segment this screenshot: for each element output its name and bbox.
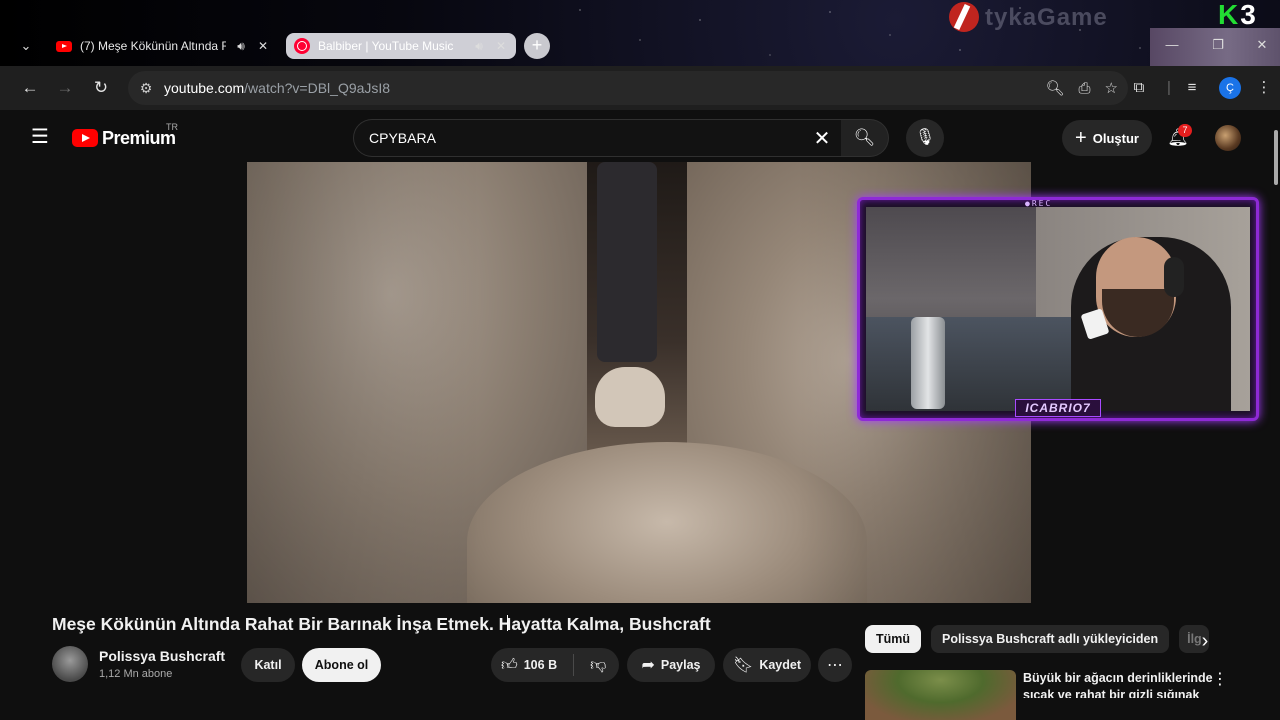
- tab-list-chevron-down-icon[interactable]: ⌄: [14, 36, 38, 56]
- recommended-video-menu-icon[interactable]: ⋮: [1212, 670, 1228, 692]
- restore-icon[interactable]: ❐: [1196, 28, 1240, 66]
- chip-from-uploader[interactable]: Polissya Bushcraft adlı yükleyiciden: [931, 625, 1170, 653]
- create-button[interactable]: + Oluştur: [1062, 120, 1152, 156]
- close-window-icon[interactable]: ✕: [1240, 28, 1280, 66]
- browser-profile-avatar[interactable]: Ç: [1219, 77, 1241, 99]
- plus-icon: +: [1075, 126, 1087, 149]
- chip-scroll-right-chevron-icon[interactable]: ›: [1192, 628, 1218, 654]
- browser-tab-youtube-music[interactable]: Balbiber | YouTube Music 🔊︎ ✕: [286, 33, 516, 59]
- forward-arrow-icon[interactable]: →: [53, 76, 77, 100]
- zoom-icon[interactable]: 🔍︎: [1045, 79, 1064, 97]
- channel-avatar[interactable]: [52, 646, 88, 682]
- share-label: Paylaş: [660, 658, 701, 672]
- more-actions-icon[interactable]: ⋯: [818, 648, 852, 682]
- clear-search-icon[interactable]: ✕: [803, 126, 841, 151]
- browser-menu-icon[interactable]: ⋮: [1253, 76, 1275, 100]
- thumbs-up-icon[interactable]: 👍︎: [501, 656, 518, 675]
- like-count[interactable]: 106 B: [524, 658, 557, 672]
- overlay-logo-text: tykaGame: [985, 4, 1108, 31]
- streamer-webcam-overlay: ●REC ICABRIO7: [857, 197, 1259, 421]
- url-text[interactable]: youtube.com/watch?v=DBl_Q9aJsI8: [164, 80, 390, 96]
- like-dislike-group: 👍︎ 106 B 👎︎: [491, 648, 619, 682]
- speaker-icon[interactable]: 🔊︎: [234, 39, 248, 54]
- webcam-feed: [866, 207, 1250, 411]
- recommended-video-title[interactable]: Büyük bir ağacın derinliklerinde sıcak v…: [1023, 670, 1213, 698]
- url-path: /watch?v=DBl_Q9aJsI8: [244, 80, 391, 96]
- share-button[interactable]: ➦ Paylaş: [627, 648, 715, 682]
- minimize-icon[interactable]: —: [1150, 28, 1194, 66]
- stream-overlay-logo: tykaGame: [945, 0, 1155, 36]
- channel-subscribers: 1,12 Mn abone: [99, 668, 173, 680]
- join-button[interactable]: Katıl: [241, 648, 295, 682]
- browser-toolbar: ← → ↻ ⚙︎ youtube.com/watch?v=DBl_Q9aJsI8…: [0, 66, 1280, 110]
- browser-tab-youtube[interactable]: (7) Meşe Kökünün Altında R 🔊︎ ✕: [48, 33, 278, 59]
- search-button[interactable]: 🔍︎: [841, 119, 889, 157]
- country-code: TR: [166, 122, 178, 132]
- close-tab-icon[interactable]: ✕: [494, 39, 508, 53]
- thumbs-down-icon[interactable]: 👎︎: [590, 656, 606, 675]
- extensions-puzzle-icon[interactable]: ⧉: [1128, 76, 1150, 100]
- address-bar[interactable]: ⚙︎ youtube.com/watch?v=DBl_Q9aJsI8 🔍︎ ⎙ …: [128, 71, 1128, 105]
- overlay-k: K: [1218, 0, 1239, 30]
- omnibox-actions: 🔍︎ ⎙ ☆: [1045, 71, 1118, 105]
- media-control-icon[interactable]: ≡: [1181, 76, 1203, 100]
- search-input[interactable]: CPYBARA ✕: [353, 119, 841, 157]
- search-value[interactable]: CPYBARA: [369, 130, 803, 146]
- webcam-headset: [1164, 257, 1184, 297]
- video-title: Meşe Kökünün Altında Rahat Bir Barınak İ…: [52, 614, 711, 634]
- overlay-logo-mark-icon: [949, 2, 979, 32]
- recommended-video-thumbnail[interactable]: [865, 670, 1016, 720]
- tab-title: Balbiber | YouTube Music: [318, 39, 454, 53]
- share-arrow-icon: ➦: [641, 657, 655, 674]
- notification-count-badge: 7: [1178, 124, 1192, 137]
- webcam-energy-can: [911, 317, 945, 409]
- streamer-name-plate: ICABRIO7: [1015, 399, 1101, 417]
- install-app-icon[interactable]: ⎙: [1079, 80, 1091, 97]
- text-cursor: [507, 615, 511, 631]
- speaker-icon[interactable]: 🔊︎: [472, 39, 486, 54]
- toolbar-divider: |: [1167, 79, 1171, 96]
- search-icon: 🔍︎: [853, 128, 876, 147]
- youtube-music-favicon-icon: [294, 38, 310, 54]
- close-tab-icon[interactable]: ✕: [256, 39, 270, 53]
- stream-overlay-k3: K3: [1218, 0, 1256, 30]
- more-dots-icon: ⋯: [827, 657, 843, 674]
- tab-title: (7) Meşe Kökünün Altında R: [80, 39, 226, 53]
- menu-hamburger-icon[interactable]: ☰: [28, 126, 52, 148]
- page-scrollbar[interactable]: [1274, 130, 1278, 185]
- overlay-3: 3: [1240, 0, 1256, 30]
- youtube-premium-logo[interactable]: Premium TR: [72, 122, 178, 150]
- like-divider: [573, 654, 575, 676]
- channel-name[interactable]: Polissya Bushcraft: [99, 648, 225, 664]
- youtube-favicon-icon: [56, 40, 72, 52]
- new-tab-button[interactable]: +: [524, 33, 550, 59]
- back-arrow-icon[interactable]: ←: [18, 76, 42, 100]
- chip-all[interactable]: Tümü: [865, 625, 922, 653]
- voice-search-mic-icon[interactable]: 🎙︎: [906, 119, 944, 157]
- account-avatar[interactable]: [1215, 125, 1241, 151]
- related-filter-chips: Tümü Polissya Bushcraft adlı yükleyicide…: [865, 625, 1210, 653]
- subscribe-button[interactable]: Abone ol: [302, 648, 381, 682]
- bookmark-star-icon[interactable]: ☆: [1105, 79, 1118, 97]
- site-settings-icon[interactable]: ⚙︎: [128, 80, 164, 97]
- url-host: youtube.com: [164, 80, 245, 96]
- youtube-header: ☰ Premium TR CPYBARA ✕ 🔍︎ 🎙︎ + Oluştur 🔔…: [0, 110, 1280, 164]
- reload-icon[interactable]: ↻: [89, 76, 113, 100]
- logo-word: Premium: [102, 127, 176, 148]
- save-label: Kaydet: [759, 658, 801, 672]
- bookmark-icon: 🔖︎: [733, 657, 754, 674]
- youtube-play-logo-icon: [72, 129, 98, 147]
- save-button[interactable]: 🔖︎ Kaydet: [723, 648, 811, 682]
- webcam-rec-label: ●REC: [1025, 199, 1053, 208]
- create-label: Oluştur: [1092, 130, 1139, 146]
